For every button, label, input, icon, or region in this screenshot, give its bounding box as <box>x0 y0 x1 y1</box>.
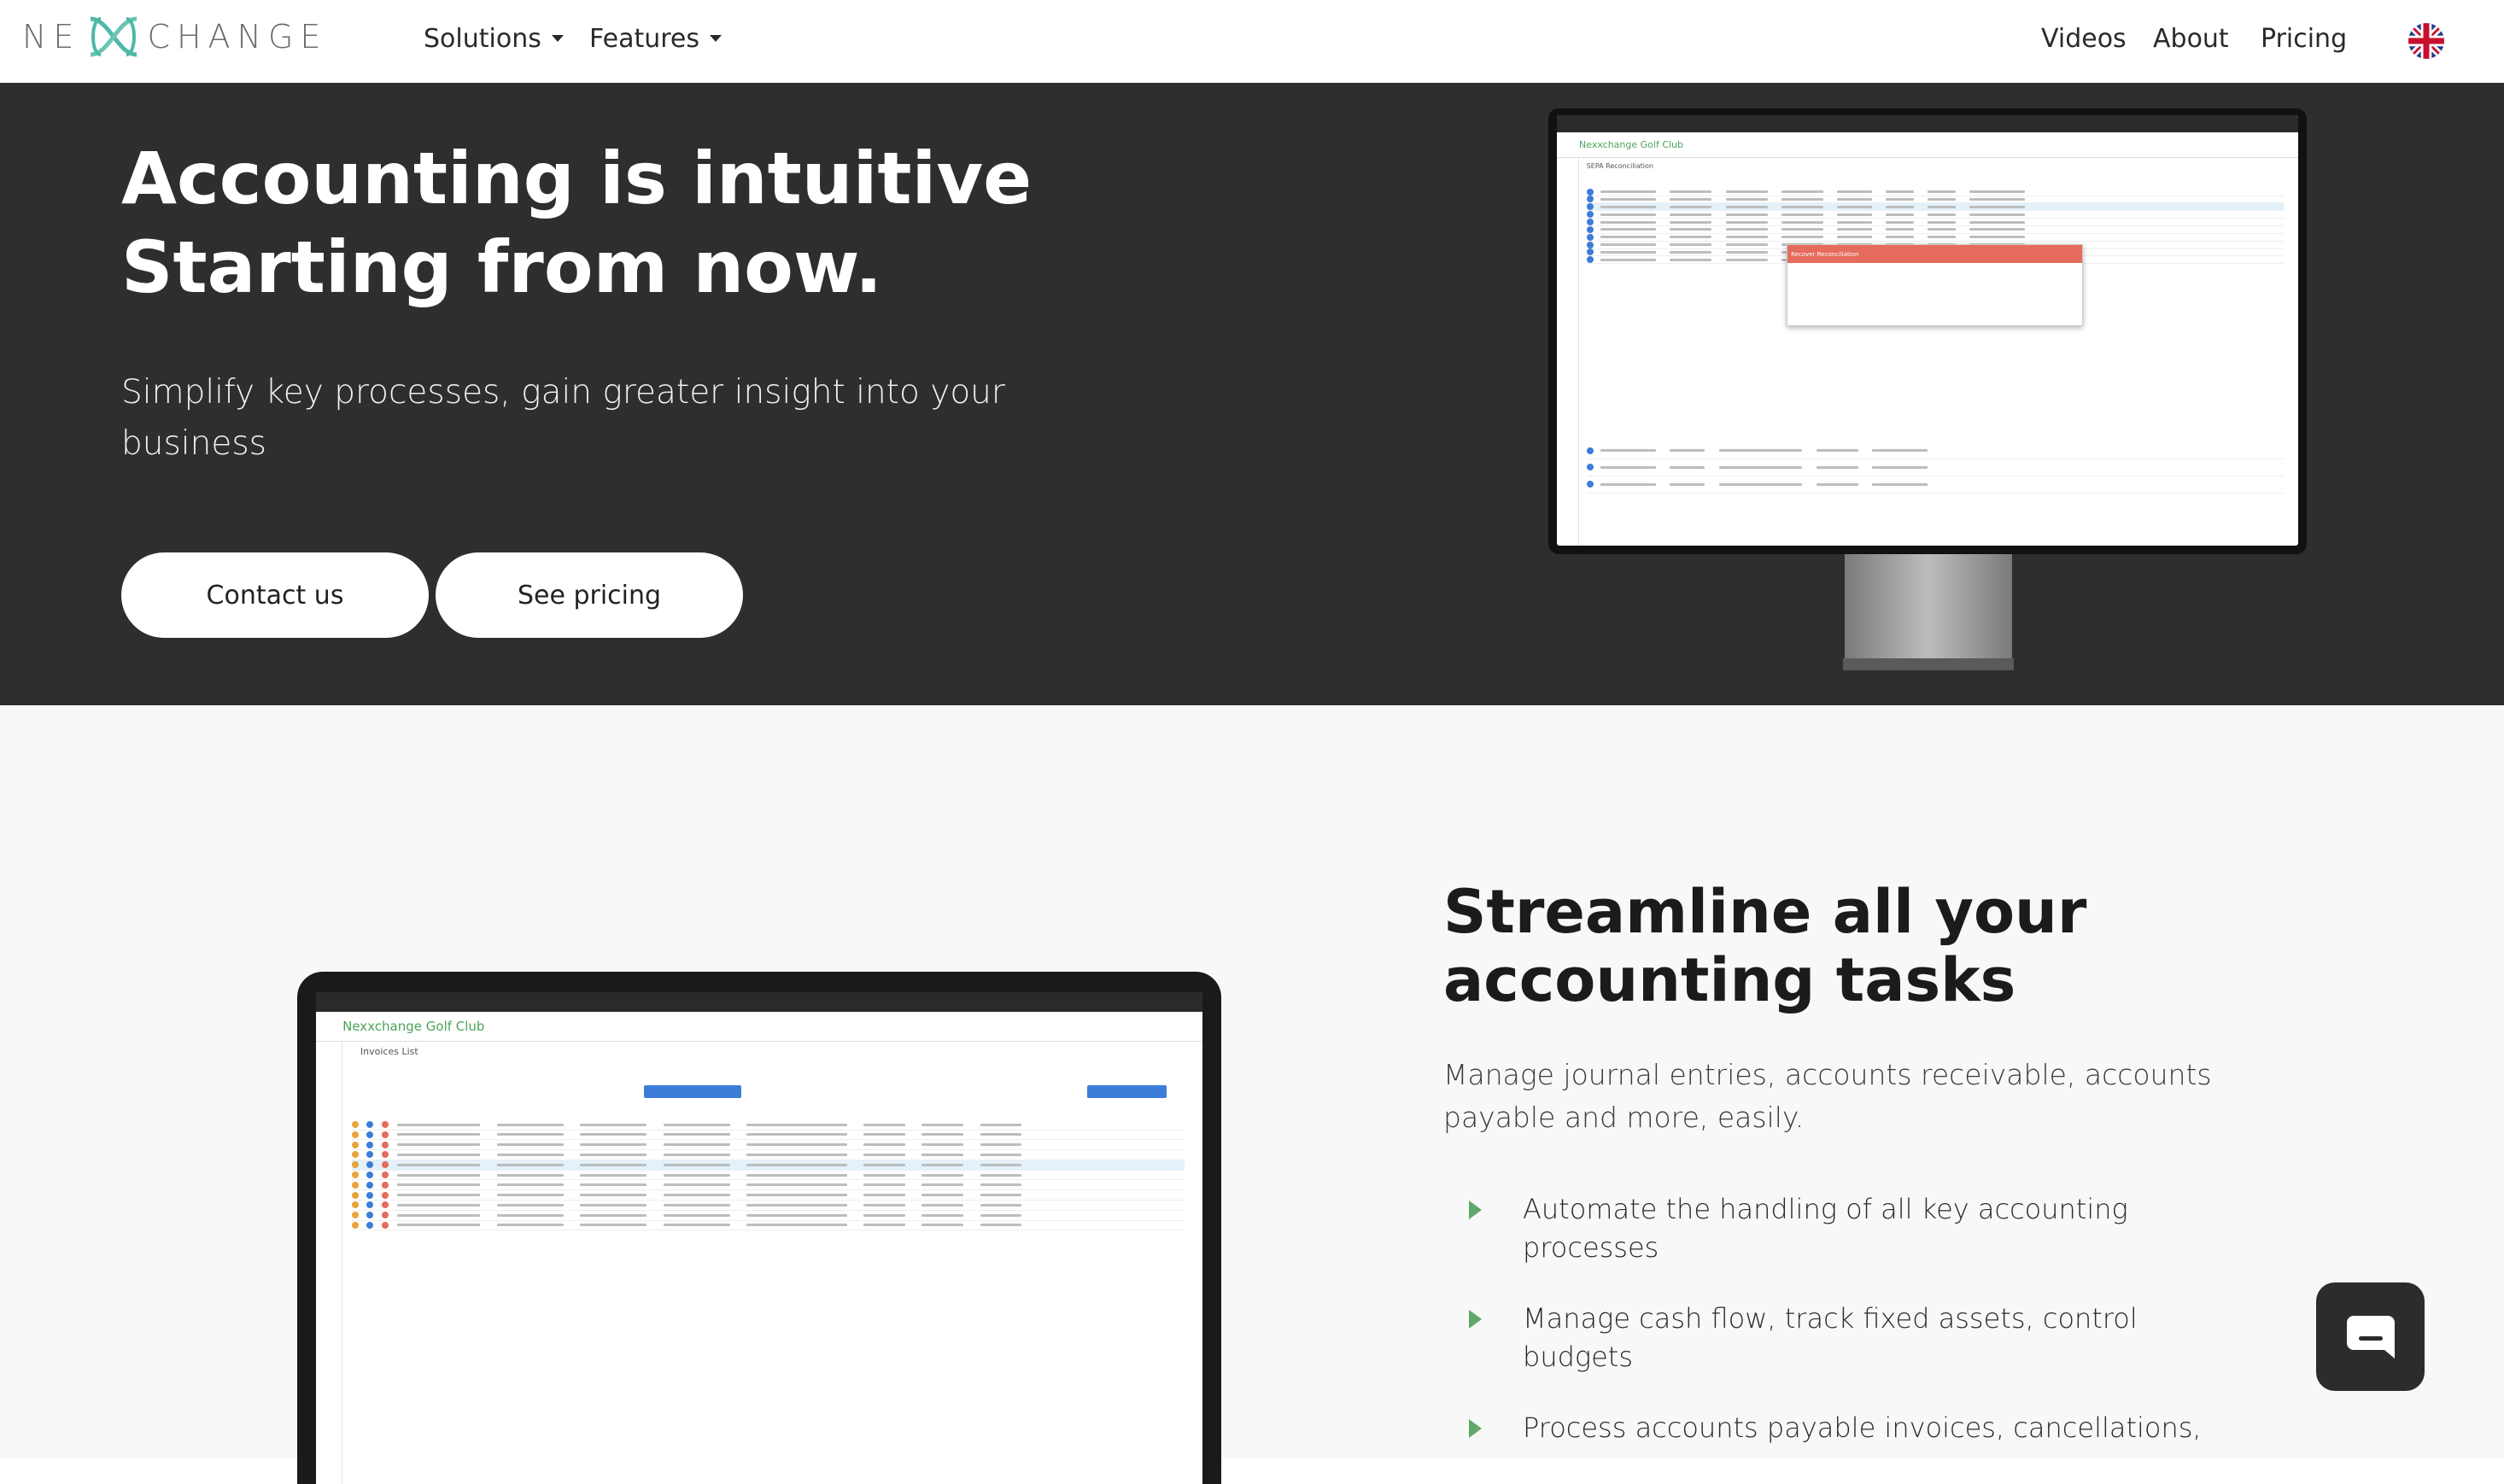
table-row <box>351 1211 1185 1221</box>
laptop-screen-app: Nexxchange Golf Club Invoices List <box>316 992 1202 1484</box>
chevron-down-icon <box>551 35 564 42</box>
app-menubar <box>1557 115 2298 133</box>
nav-videos-link[interactable]: Videos <box>2041 19 2127 58</box>
app-menubar <box>316 992 1202 1013</box>
chat-widget-button[interactable] <box>2316 1282 2425 1391</box>
nav-features-label: Features <box>589 23 699 54</box>
table-row <box>351 1140 1185 1151</box>
feature-item: Automate the handling of all key account… <box>1469 1190 2238 1267</box>
chat-bubble-icon <box>2346 1315 2395 1358</box>
bullet-arrow-icon <box>1469 1419 1482 1438</box>
table-row <box>1586 476 2284 494</box>
screen-section-title: Invoices List <box>360 1046 418 1058</box>
app-header: Nexxchange Golf Club <box>1557 132 2298 159</box>
top-navigation: NE CHANGE Solutions Features Videos Abou… <box>0 0 2504 83</box>
nav-features-dropdown[interactable]: Features <box>589 19 722 58</box>
monitor-mockup: Nexxchange Golf Club SEPA Reconciliation… <box>1548 108 2307 554</box>
bullet-arrow-icon <box>1469 1201 1482 1219</box>
app-sidebar <box>316 1041 343 1484</box>
feature-item: Manage cash flow, track fixed assets, co… <box>1469 1300 2238 1376</box>
table-row <box>351 1131 1185 1141</box>
table-row <box>351 1180 1185 1191</box>
feature-item: Process accounts payable invoices, cance… <box>1469 1409 2238 1447</box>
nav-about-link[interactable]: About <box>2153 19 2229 58</box>
monitor-screen-app: Nexxchange Golf Club SEPA Reconciliation… <box>1557 115 2298 546</box>
logo-text-left: NE <box>22 18 81 56</box>
hero-subtitle: Simplify key processes, gain greater ins… <box>121 373 1005 463</box>
table-row <box>351 1201 1185 1211</box>
generate-invoices-button <box>644 1085 742 1098</box>
table-row <box>351 1171 1185 1181</box>
nav-solutions-label: Solutions <box>424 23 541 54</box>
nav-solutions-dropdown[interactable]: Solutions <box>424 19 564 58</box>
recover-dialog: Recover Reconciliation <box>1787 244 2084 326</box>
table-row <box>1586 211 2284 219</box>
logo[interactable]: NE CHANGE <box>22 15 327 58</box>
table-row <box>351 1120 1185 1131</box>
app-header: Nexxchange Golf Club <box>316 1012 1202 1042</box>
monitor-stand-base <box>1843 658 2014 670</box>
table-row <box>351 1190 1185 1201</box>
screen-section-title: SEPA Reconciliation <box>1586 162 1653 171</box>
chevron-down-icon <box>710 35 722 42</box>
table-row <box>1586 233 2284 242</box>
table-row <box>1586 442 2284 459</box>
table-row <box>351 1221 1185 1231</box>
table-row <box>1586 459 2284 476</box>
app-sidebar <box>1557 158 1580 546</box>
table-row <box>1586 188 2284 196</box>
table-row <box>1586 203 2284 212</box>
app-name: Nexxchange Golf Club <box>1579 139 1684 151</box>
hero-title-line2: Starting from now. <box>121 225 882 309</box>
section-description: Manage journal entries, accounts receiva… <box>1443 1058 2212 1134</box>
section-title: Streamline all your accounting tasks <box>1443 877 2087 1015</box>
see-pricing-button[interactable]: See pricing <box>436 552 743 638</box>
logo-mark-icon <box>84 15 143 58</box>
feature-text: Manage cash flow, track fixed assets, co… <box>1523 1302 2138 1373</box>
table-row <box>351 1150 1185 1160</box>
app-name: Nexxchange Golf Club <box>342 1018 485 1034</box>
feature-text: Process accounts payable invoices, cance… <box>1523 1411 2202 1444</box>
nav-pricing-link[interactable]: Pricing <box>2261 19 2347 58</box>
invoices-table <box>351 1120 1185 1435</box>
table-row <box>1586 225 2284 234</box>
uk-flag-icon[interactable] <box>2408 23 2444 59</box>
details-table <box>1586 442 2284 537</box>
bullet-arrow-icon <box>1469 1310 1482 1329</box>
dialog-title: Recover Reconciliation <box>1787 245 2083 263</box>
contact-us-button[interactable]: Contact us <box>121 552 429 638</box>
hero-title-line1: Accounting is intuitive <box>121 137 1033 220</box>
monitor-stand <box>1845 554 2012 670</box>
hero-title: Accounting is intuitive Starting from no… <box>121 134 1232 312</box>
laptop-mockup: Nexxchange Golf Club Invoices List <box>297 972 1221 1484</box>
table-row <box>351 1160 1185 1171</box>
invoice-tags-button <box>1087 1085 1167 1098</box>
table-row <box>1586 219 2284 226</box>
feature-text: Automate the handling of all key account… <box>1523 1193 2128 1264</box>
table-row <box>1586 196 2284 204</box>
logo-text-right: CHANGE <box>147 18 328 56</box>
